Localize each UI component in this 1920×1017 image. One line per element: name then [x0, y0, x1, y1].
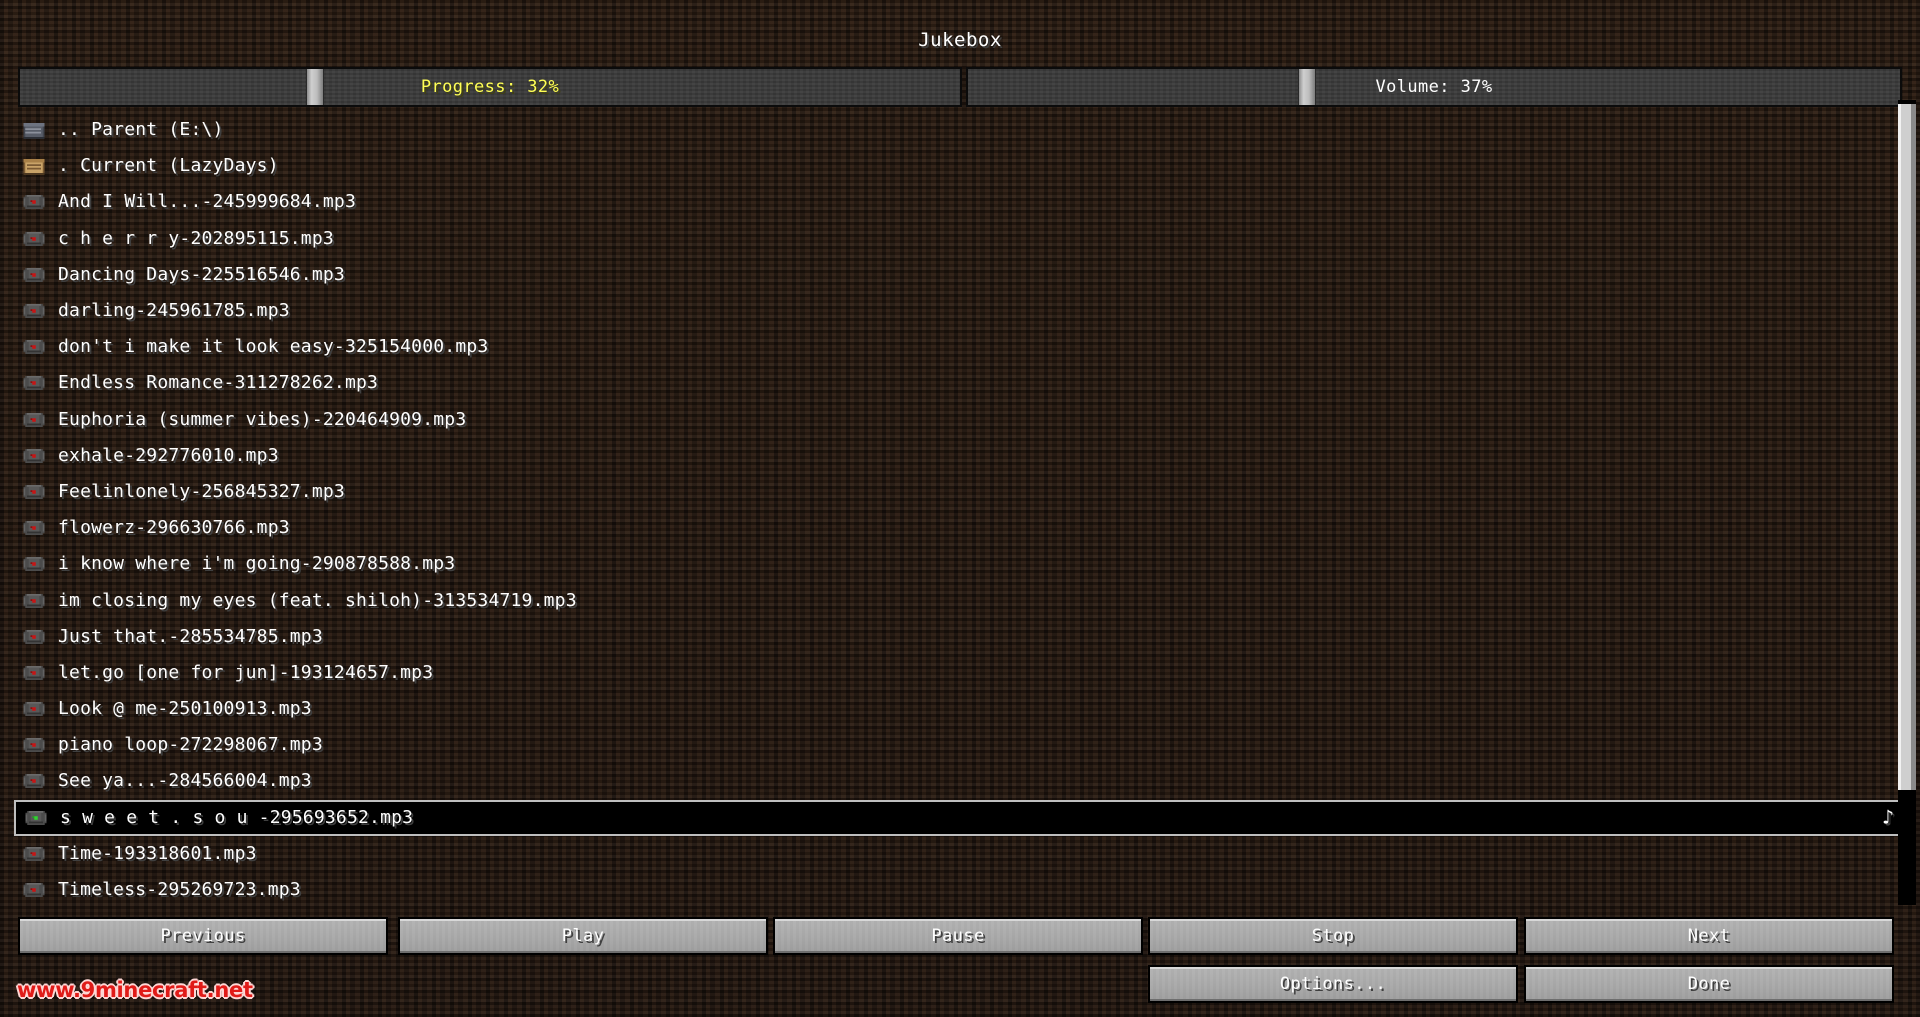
- file-list-item-label: Dancing Days-225516546.mp3: [58, 263, 345, 285]
- music-disc-icon: [20, 731, 48, 759]
- now-playing-note-icon: ♪: [1881, 804, 1894, 829]
- list-scrollbar-thumb[interactable]: [1898, 104, 1916, 790]
- previous-button-label: Previous: [160, 926, 246, 946]
- music-disc-icon: [20, 840, 48, 868]
- file-list-item-label: Euphoria (summer vibes)-220464909.mp3: [58, 408, 467, 430]
- music-disc-icon: [20, 406, 48, 434]
- file-list-item[interactable]: flowerz-296630766.mp3: [0, 510, 1920, 546]
- file-list-item[interactable]: Timeless-295269723.mp3: [0, 872, 1920, 902]
- file-list-item-label: piano loop-272298067.mp3: [58, 734, 323, 756]
- options-button-label: Options...: [1279, 974, 1387, 994]
- done-button[interactable]: Done: [1524, 965, 1894, 1003]
- pause-button-label: Pause: [931, 926, 985, 946]
- music-disc-icon: [20, 297, 48, 325]
- file-list-item-label: s w e e t . s o u -295693652.mp3: [60, 806, 414, 828]
- stop-button-label: Stop: [1311, 926, 1355, 946]
- file-list-item-label: don't i make it look easy-325154000.mp3: [58, 336, 489, 358]
- next-button-label: Next: [1687, 926, 1731, 946]
- file-list-item[interactable]: Dancing Days-225516546.mp3: [0, 257, 1920, 293]
- music-disc-playing-icon: [22, 804, 50, 832]
- file-list-item-label: Time-193318601.mp3: [58, 842, 257, 864]
- jukebox-screen: Jukebox Progress: 32% Volume: 37% .. Par…: [0, 0, 1920, 1017]
- file-list-item[interactable]: Euphoria (summer vibes)-220464909.mp3: [0, 402, 1920, 438]
- file-list[interactable]: .. Parent (E:\) . Current (LazyDays) And I…: [0, 112, 1920, 902]
- file-list-item-label: im closing my eyes (feat. shiloh)-313534…: [58, 589, 577, 611]
- music-disc-icon: [20, 876, 48, 902]
- file-list-item-label: And I Will...-245999684.mp3: [58, 191, 356, 213]
- file-list-item[interactable]: Feelinlonely-256845327.mp3: [0, 474, 1920, 510]
- file-list-item-label: darling-245961785.mp3: [58, 300, 290, 322]
- music-disc-icon: [20, 333, 48, 361]
- file-list-item-label: Just that.-285534785.mp3: [58, 625, 323, 647]
- file-list-item[interactable]: Endless Romance-311278262.mp3: [0, 365, 1920, 401]
- file-list-item[interactable]: i know where i'm going-290878588.mp3: [0, 546, 1920, 582]
- file-list-item[interactable]: im closing my eyes (feat. shiloh)-313534…: [0, 582, 1920, 618]
- folder-parent-icon: [20, 116, 48, 144]
- file-list-item-selected[interactable]: s w e e t . s o u -295693652.mp3 ♪: [14, 799, 1906, 836]
- file-list-item[interactable]: let.go [one for jun]-193124657.mp3: [0, 655, 1920, 691]
- file-list-item[interactable]: See ya...-284566004.mp3: [0, 763, 1920, 799]
- file-list-item-label: Feelinlonely-256845327.mp3: [58, 480, 345, 502]
- folder-current-icon: [20, 152, 48, 180]
- music-disc-icon: [20, 478, 48, 506]
- file-list-item[interactable]: Time-193318601.mp3: [0, 836, 1920, 872]
- music-disc-icon: [20, 587, 48, 615]
- progress-slider[interactable]: Progress: 32%: [18, 67, 962, 107]
- file-list-item-label: i know where i'm going-290878588.mp3: [58, 553, 456, 575]
- music-disc-icon: [20, 188, 48, 216]
- file-list-item-label: Timeless-295269723.mp3: [58, 878, 301, 900]
- music-disc-icon: [20, 261, 48, 289]
- play-button[interactable]: Play: [398, 917, 768, 955]
- previous-button[interactable]: Previous: [18, 917, 388, 955]
- file-list-item[interactable]: piano loop-272298067.mp3: [0, 727, 1920, 763]
- volume-slider[interactable]: Volume: 37%: [966, 67, 1902, 107]
- list-scrollbar-track[interactable]: [1898, 100, 1916, 905]
- volume-slider-label: Volume: 37%: [1375, 77, 1493, 97]
- file-list-item-label: Look @ me-250100913.mp3: [58, 698, 312, 720]
- progress-slider-label: Progress: 32%: [420, 77, 560, 97]
- music-disc-icon: [20, 514, 48, 542]
- play-button-label: Play: [561, 926, 605, 946]
- file-list-item-label: flowerz-296630766.mp3: [58, 517, 290, 539]
- file-list-item-label: . Current (LazyDays): [58, 155, 279, 177]
- music-disc-icon: [20, 550, 48, 578]
- file-list-item-label: .. Parent (E:\): [58, 119, 224, 141]
- file-list-item[interactable]: . Current (LazyDays): [0, 148, 1920, 184]
- music-disc-icon: [20, 369, 48, 397]
- file-list-item[interactable]: .. Parent (E:\): [0, 112, 1920, 148]
- file-list-item-label: Endless Romance-311278262.mp3: [58, 372, 379, 394]
- file-list-item[interactable]: exhale-292776010.mp3: [0, 438, 1920, 474]
- music-disc-icon: [20, 659, 48, 687]
- file-list-item-label: See ya...-284566004.mp3: [58, 770, 312, 792]
- music-disc-icon: [20, 767, 48, 795]
- music-disc-icon: [20, 695, 48, 723]
- next-button[interactable]: Next: [1524, 917, 1894, 955]
- file-list-item-label: let.go [one for jun]-193124657.mp3: [58, 661, 434, 683]
- music-disc-icon: [20, 623, 48, 651]
- music-disc-icon: [20, 225, 48, 253]
- file-list-item[interactable]: Look @ me-250100913.mp3: [0, 691, 1920, 727]
- stop-button[interactable]: Stop: [1148, 917, 1518, 955]
- file-list-item[interactable]: darling-245961785.mp3: [0, 293, 1920, 329]
- file-list-item[interactable]: And I Will...-245999684.mp3: [0, 184, 1920, 220]
- options-button[interactable]: Options...: [1148, 965, 1518, 1003]
- page-title: Jukebox: [918, 29, 1002, 51]
- file-list-item-label: exhale-292776010.mp3: [58, 444, 279, 466]
- file-list-item[interactable]: Just that.-285534785.mp3: [0, 619, 1920, 655]
- file-list-item-label: c h e r r y-202895115.mp3: [58, 227, 334, 249]
- music-disc-icon: [20, 442, 48, 470]
- watermark: www.9minecraft.net: [17, 978, 253, 1002]
- done-button-label: Done: [1687, 974, 1731, 994]
- file-list-item[interactable]: c h e r r y-202895115.mp3: [0, 221, 1920, 257]
- pause-button[interactable]: Pause: [773, 917, 1143, 955]
- file-list-item[interactable]: don't i make it look easy-325154000.mp3: [0, 329, 1920, 365]
